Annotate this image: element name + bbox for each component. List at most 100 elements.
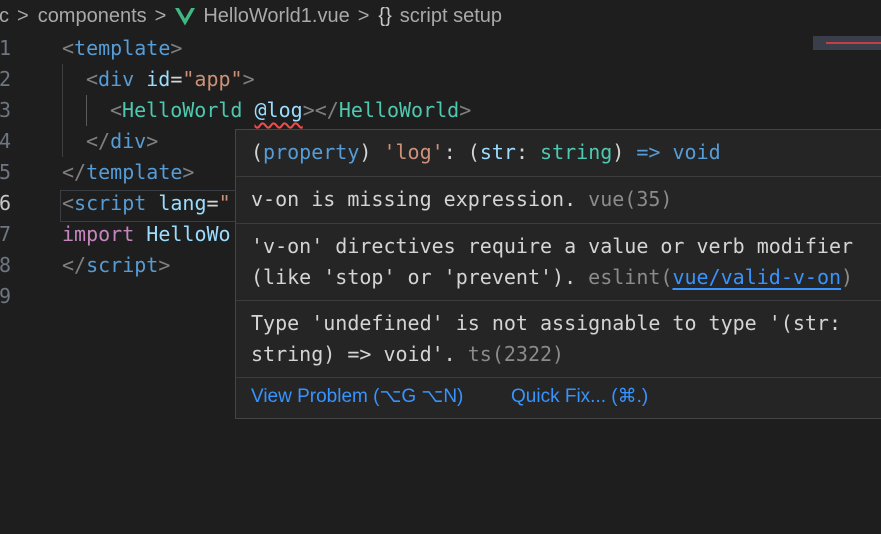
- token: ): [612, 140, 625, 164]
- token: ></: [302, 98, 339, 122]
- chevron-right-icon: >: [17, 5, 29, 27]
- hover-problem-row: v-on is missing expression. vue(35): [236, 177, 881, 224]
- token: str: [479, 140, 516, 164]
- token: 'log': [383, 140, 444, 164]
- chevron-right-icon: >: [154, 5, 167, 27]
- problem-message: (like 'stop' or 'prevent'). eslint(vue/v…: [251, 262, 853, 293]
- problem-text: v-on is missing expression.: [251, 187, 577, 211]
- code-line-3: <HelloWorld @log></HelloWorld>: [110, 95, 471, 126]
- indent-guide: [86, 95, 87, 126]
- problem-text: Type 'undefined' is not assignable to ty…: [251, 311, 842, 335]
- token: div: [110, 129, 147, 153]
- problem-text: 'v-on' directives require a value or ver…: [251, 234, 854, 258]
- token: lang: [158, 191, 207, 215]
- hover-signature-row: (property) 'log': (str: string) => void: [236, 130, 881, 177]
- token: >: [242, 67, 255, 91]
- token: (: [251, 140, 264, 164]
- hover-problem-row: 'v-on' directives require a value or ver…: [236, 224, 881, 301]
- problem-source: ts(2322): [467, 342, 565, 366]
- indent-guide: [62, 64, 63, 157]
- hover-problem-row: Type 'undefined' is not assignable to ty…: [236, 301, 881, 378]
- token: =: [170, 67, 183, 91]
- problem-message: string) => void'. ts(2322): [251, 339, 564, 370]
- line-number: 9: [0, 284, 12, 308]
- breadcrumb-symbol[interactable]: script setup: [400, 5, 502, 28]
- token: template: [74, 36, 171, 60]
- token: HelloWo: [146, 222, 231, 246]
- problem-message: v-on is missing expression. vue(35): [251, 184, 672, 215]
- problem-message: 'v-on' directives require a value or ver…: [251, 231, 853, 262]
- error-squiggle-token[interactable]: @log: [255, 98, 303, 122]
- token: <: [62, 36, 75, 60]
- breadcrumb-file[interactable]: HelloWorld1.vue: [203, 5, 349, 28]
- view-problem-link[interactable]: View Problem (⌥G ⌥N): [251, 385, 463, 408]
- line-number: 1: [0, 36, 12, 60]
- code-line-7: import HelloWo: [62, 219, 231, 250]
- token: <: [110, 98, 123, 122]
- token: >: [170, 36, 183, 60]
- line-number: 3: [0, 98, 12, 122]
- minimap-error-mark: [826, 42, 881, 44]
- token: =>: [624, 140, 673, 164]
- token: HelloWorld: [338, 98, 460, 122]
- token: </: [86, 129, 111, 153]
- token: <: [62, 191, 75, 215]
- code-line-1: <template>: [62, 33, 182, 64]
- vue-file-icon: [175, 7, 196, 26]
- problem-message: Type 'undefined' is not assignable to ty…: [251, 308, 841, 339]
- token: ): [359, 140, 372, 164]
- token: >: [459, 98, 472, 122]
- token: :: [443, 140, 456, 164]
- token: property: [263, 140, 360, 164]
- problem-text: (like 'stop' or 'prevent').: [251, 265, 577, 289]
- problem-text: string) => void'.: [251, 342, 456, 366]
- token: "app": [182, 67, 243, 91]
- token: template: [86, 160, 183, 184]
- code-line-2: <div id="app">: [86, 64, 255, 95]
- token: id: [146, 67, 171, 91]
- line-number: 4: [0, 129, 12, 153]
- token: =: [206, 191, 219, 215]
- breadcrumb: c > components > HelloWorld1.vue > {} sc…: [0, 0, 881, 33]
- problem-source: eslint(: [588, 265, 673, 289]
- token: HelloWorld: [122, 98, 243, 122]
- token: ": [218, 191, 231, 215]
- line-number: 2: [0, 67, 12, 91]
- token: <: [86, 67, 99, 91]
- token: >: [146, 129, 159, 153]
- token: void: [672, 140, 721, 164]
- token: div: [98, 67, 135, 91]
- code-line-4: </div>: [86, 126, 158, 157]
- hover-actions: View Problem (⌥G ⌥N) Quick Fix... (⌘.): [236, 376, 881, 418]
- token: </: [62, 253, 87, 277]
- code-line-8: </script>: [62, 250, 170, 281]
- hover-tooltip: (property) 'log': (str: string) => void …: [235, 129, 881, 419]
- problem-source: vue(35): [588, 187, 673, 211]
- token: import: [62, 222, 135, 246]
- token: >: [182, 160, 195, 184]
- chevron-right-icon: >: [357, 5, 370, 27]
- hover-signature: (property) 'log': (str: string) => void: [251, 137, 721, 168]
- eslint-rule-link[interactable]: vue/valid-v-on: [672, 265, 841, 289]
- quick-fix-link[interactable]: Quick Fix... (⌘.): [511, 385, 648, 408]
- token: >: [158, 253, 171, 277]
- breadcrumb-folder-components[interactable]: components: [38, 5, 147, 28]
- line-number-active: 6: [0, 191, 12, 215]
- code-line-5: </template>: [62, 157, 194, 188]
- token: script: [86, 253, 159, 277]
- line-number: 7: [0, 222, 12, 246]
- code-line-6: <script lang=": [62, 188, 231, 219]
- token: </: [62, 160, 87, 184]
- token: script: [74, 191, 147, 215]
- line-number: 5: [0, 160, 12, 184]
- breadcrumb-folder-partial[interactable]: c: [0, 5, 9, 28]
- token: :: [515, 140, 541, 164]
- line-number: 8: [0, 253, 12, 277]
- token: string: [540, 140, 613, 164]
- problem-source: ): [841, 265, 854, 289]
- braces-icon: {}: [378, 5, 392, 27]
